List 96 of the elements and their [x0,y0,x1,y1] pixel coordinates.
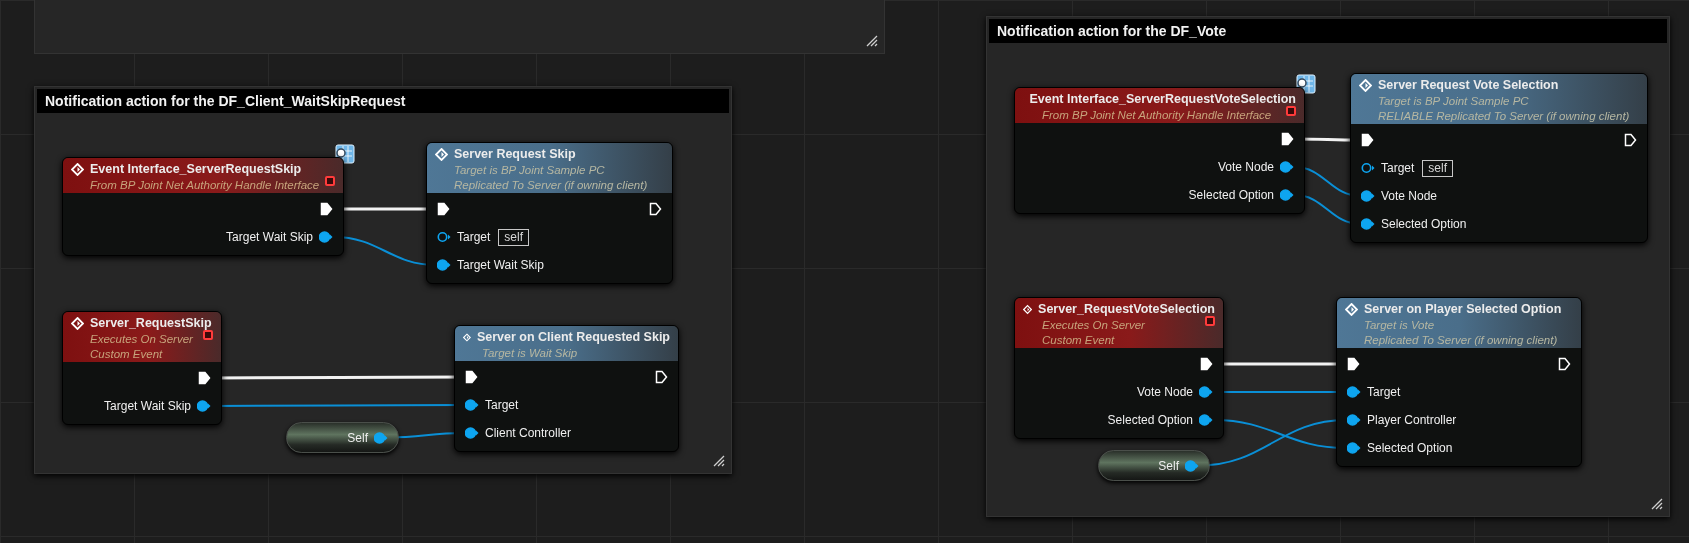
node-card[interactable]: Server on Client Requested Skip Target is Wait Skip Target Client Controller [454,325,679,452]
exec-pin-icon[interactable] [1624,133,1637,147]
node-subtitle: Target is Wait Skip [482,346,578,361]
pin-label: Target [485,397,519,414]
node-card[interactable]: Event Interface_ServerRequestVoteSelection From BP Joint Net Authority Handle Interface Vote Node Selected Option [1014,87,1305,214]
node-title: Server on Client Requested Skip [476,329,670,346]
resize-grip-icon[interactable] [866,35,878,47]
data-pin-icon[interactable] [1185,459,1199,472]
replication-marker-icon [1205,316,1215,326]
node-card[interactable]: Server_RequestVoteSelection Executes On Server Custom Event Vote Node Selected Option [1014,297,1224,439]
node-subtitle: From BP Joint Net Authority Handle Interface [90,178,320,193]
diamond-icon [71,316,84,330]
exec-pin-icon[interactable] [1361,133,1374,147]
node-card[interactable]: Server Request Vote Selection Target is BP Joint Sample PC RELIABLE Replicated To Server (if owning client) Target self Vote Node Selected Option [1350,73,1648,243]
resize-grip-icon[interactable] [1651,498,1663,510]
data-pin-icon[interactable] [465,427,479,439]
node-card[interactable]: Server on Player Selected Option Target is Vote Replicated To Server (if owning client) Target Player Controller Selected Option [1336,297,1582,467]
exec-pin-icon[interactable] [655,370,668,384]
data-pin-icon[interactable] [1280,189,1294,201]
pin-label: Self [1158,457,1179,475]
pin-label: Selected Option [1188,187,1274,204]
data-pin-icon[interactable] [1347,414,1361,426]
data-pin-icon[interactable] [465,399,479,411]
pin-label: Selected Option [1367,440,1453,457]
pin-label: Player Controller [1367,412,1457,429]
data-pin-icon[interactable] [1199,386,1213,398]
pin-label: Vote Node [1217,159,1274,176]
pin-label: Selected Option [1107,412,1193,429]
exec-pin-icon[interactable] [649,202,662,216]
node-title: Server on Player Selected Option [1364,301,1562,318]
resize-grip-icon[interactable] [713,455,725,467]
data-pin-icon[interactable] [1361,218,1375,230]
self-node[interactable]: Self [1098,450,1210,481]
node-title: Server_RequestVoteSelection [1038,301,1215,318]
exec-pin-icon[interactable] [1281,132,1294,146]
diamond-icon [1023,302,1033,316]
exec-pin-icon[interactable] [1347,357,1360,371]
diamond-icon [1345,302,1358,316]
diamond-icon [1359,78,1372,92]
pin-label: Target Wait Skip [457,257,544,274]
replication-marker-icon [203,330,213,340]
default-value-field[interactable]: self [1422,159,1454,177]
pin-label: Vote Node [1381,188,1438,205]
pin-label: Self [347,429,368,447]
data-pin-icon[interactable] [1361,190,1375,202]
exec-pin-icon[interactable] [1558,357,1571,371]
exec-pin-icon[interactable] [1200,357,1213,371]
data-pin-icon[interactable] [197,400,211,412]
pin-label: Target Wait Skip [104,398,191,415]
node-subtitle: Target is Vote [1364,318,1435,333]
node-subtitle: Executes On Server [90,332,193,347]
replication-marker-icon [1286,106,1296,116]
pin-label: Selected Option [1381,216,1467,233]
node-title: Server_RequestSkip [90,315,212,332]
node-subtitle: Target is BP Joint Sample PC [454,163,605,178]
pin-label: Target Wait Skip [226,229,313,246]
diamond-icon [71,162,84,176]
node-subtitle: Target is BP Joint Sample PC [1378,94,1529,109]
data-pin-icon[interactable] [1347,386,1361,398]
self-node[interactable]: Self [286,422,399,453]
node-subtitle: Custom Event [1042,333,1115,348]
pin-label: Target [1381,160,1415,177]
replication-marker-icon [325,176,335,186]
node-subtitle: Custom Event [90,347,163,362]
node-card[interactable]: Server Request Skip Target is BP Joint Sample PC Replicated To Server (if owning client) Target self Target Wait Skip [426,142,673,284]
diamond-icon [435,147,448,161]
data-pin-icon[interactable] [319,231,333,243]
node-title: Event Interface_ServerRequestVoteSelection [1029,91,1296,108]
node-title: Server Request Vote Selection [1378,77,1559,94]
data-pin-icon[interactable] [1347,442,1361,454]
node-subtitle: RELIABLE Replicated To Server (if owning client) [1378,109,1630,124]
node-card[interactable]: Server_RequestSkip Executes On Server Custom Event Target Wait Skip [62,311,222,425]
pin-label: Vote Node [1136,384,1193,401]
exec-pin-icon[interactable] [198,371,211,385]
default-value-field[interactable]: self [498,228,530,246]
data-pin-icon[interactable] [437,259,451,271]
data-pin-icon[interactable] [437,231,451,243]
data-pin-icon[interactable] [1361,162,1375,174]
node-subtitle: Replicated To Server (if owning client) [454,178,648,193]
exec-pin-icon[interactable] [465,370,478,384]
data-pin-icon[interactable] [374,431,388,444]
data-pin-icon[interactable] [1199,414,1213,426]
pin-label: Target [1367,384,1401,401]
node-card[interactable]: Event Interface_ServerRequestSkip From BP Joint Net Authority Handle Interface Target Wait Skip [62,157,344,256]
comment-title-bar[interactable]: Notification action for the DF_Client_WaitSkipRequest [37,89,729,113]
node-subtitle: From BP Joint Net Authority Handle Interface [1042,108,1272,123]
data-pin-icon[interactable] [1280,161,1294,173]
node-subtitle: Replicated To Server (if owning client) [1364,333,1558,348]
pin-label: Target [457,229,491,246]
node-title: Event Interface_ServerRequestSkip [90,161,302,178]
node-title: Server Request Skip [454,146,576,163]
node-subtitle: Executes On Server [1042,318,1145,333]
comment-title-bar[interactable]: Notification action for the DF_Vote [989,19,1667,43]
pin-label: Client Controller [485,425,572,442]
exec-pin-icon[interactable] [320,202,333,216]
exec-pin-icon[interactable] [437,202,450,216]
